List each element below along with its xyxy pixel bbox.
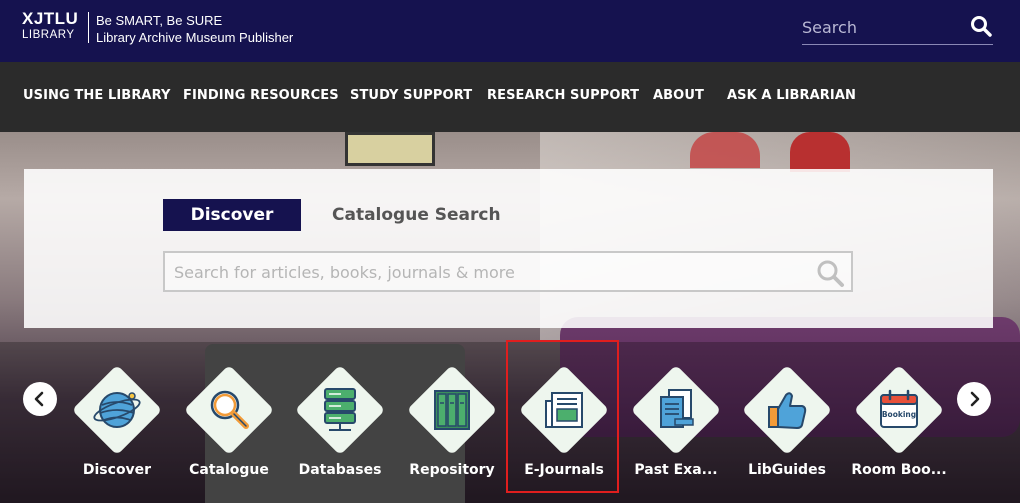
carousel-item-label: Catalogue (189, 462, 269, 478)
carousel-item-databases[interactable]: Databases (284, 362, 396, 490)
carousel-next-button[interactable] (957, 382, 991, 416)
search-icon[interactable] (969, 14, 993, 38)
carousel-item-label: Past Exa... (634, 462, 718, 478)
tagline: Be SMART, Be SURE Library Archive Museum… (96, 12, 293, 46)
carousel-item-label: Room Boo... (851, 462, 947, 478)
thumbs-up-icon (768, 392, 807, 429)
tile-diamond (741, 364, 833, 456)
header-search-input[interactable] (802, 15, 962, 39)
carousel-item-libguides[interactable]: LibGuides (731, 362, 843, 490)
carousel-item-room-booking[interactable]: Booking Room Boo... (843, 362, 955, 490)
carousel-item-label: Databases (298, 462, 382, 478)
globe-icon (93, 392, 141, 428)
hero-figure (690, 132, 760, 168)
hero-tv-screen (345, 132, 435, 166)
nav-item-about[interactable]: ABOUT (653, 88, 704, 103)
header-search (802, 10, 993, 45)
chevron-right-icon (970, 391, 980, 407)
carousel-item-label: Repository (409, 462, 495, 478)
discover-search-box (163, 251, 853, 292)
archive-shelf-icon (434, 390, 470, 430)
nav-item-using-the-library[interactable]: USING THE LIBRARY (23, 88, 171, 103)
site-header: XJTLU LIBRARY Be SMART, Be SURE Library … (0, 0, 1020, 62)
tagline-line-2: Library Archive Museum Publisher (96, 30, 294, 45)
library-logo[interactable]: XJTLU LIBRARY (22, 10, 78, 43)
discover-search-input[interactable] (174, 261, 794, 283)
carousel-item-label: LibGuides (748, 462, 826, 478)
server-icon (324, 388, 356, 431)
hero-figure (790, 132, 850, 172)
carousel-item-discover[interactable]: Discover (61, 362, 173, 490)
carousel-item-label: Discover (82, 462, 152, 478)
carousel-item-repository[interactable]: Repository (396, 362, 508, 490)
nav-item-study-support[interactable]: STUDY SUPPORT (350, 88, 472, 103)
tile-diamond: Booking (853, 364, 945, 456)
highlight-box (506, 340, 619, 493)
main-nav: USING THE LIBRARY FINDING RESOURCES STUD… (0, 62, 1020, 132)
documents-icon (660, 389, 694, 428)
carousel-prev-button[interactable] (23, 382, 57, 416)
nav-item-research-support[interactable]: RESEARCH SUPPORT (487, 88, 639, 103)
tile-diamond (71, 364, 163, 456)
logo-divider (88, 12, 89, 43)
tile-diamond (406, 364, 498, 456)
tab-discover[interactable]: Discover (163, 199, 301, 231)
tab-catalogue-search[interactable]: Catalogue Search (332, 199, 501, 231)
calendar-icon-text: Booking (882, 410, 916, 419)
search-panel (24, 169, 993, 328)
calendar-icon: Booking (880, 389, 918, 428)
search-icon[interactable] (815, 258, 845, 288)
nav-item-finding-resources[interactable]: FINDING RESOURCES (183, 88, 339, 103)
tile-diamond (630, 364, 722, 456)
logo-brand: XJTLU (22, 9, 79, 28)
logo-brand-sub: LIBRARY (22, 29, 75, 41)
chevron-left-icon (34, 391, 44, 407)
tile-diamond (183, 364, 275, 456)
magnifier-icon (210, 390, 249, 429)
tile-diamond (294, 364, 386, 456)
carousel-item-catalogue[interactable]: Catalogue (173, 362, 285, 490)
carousel-item-past-exam-papers[interactable]: Past Exa... (620, 362, 732, 490)
nav-item-ask-a-librarian[interactable]: ASK A LIBRARIAN (727, 88, 856, 103)
tagline-line-1: Be SMART, Be SURE (96, 13, 223, 28)
